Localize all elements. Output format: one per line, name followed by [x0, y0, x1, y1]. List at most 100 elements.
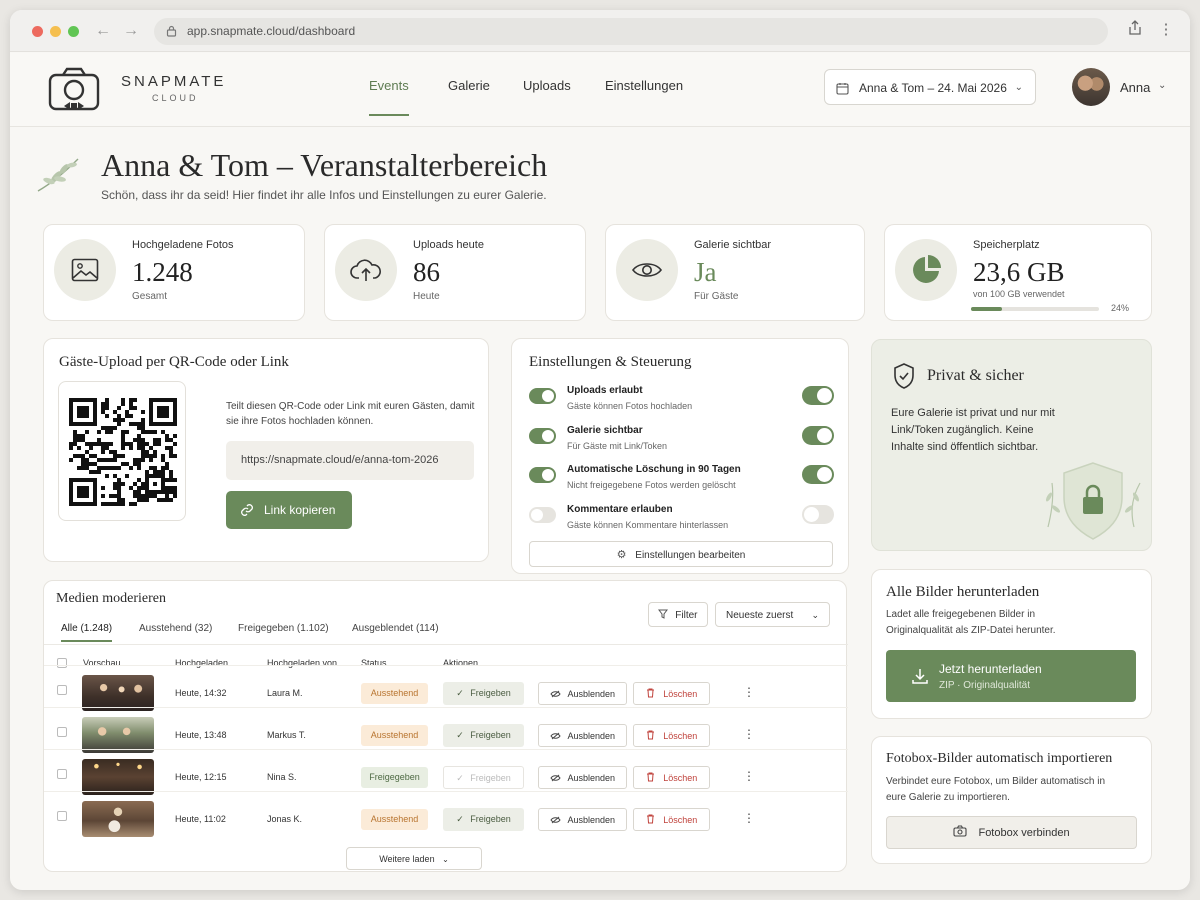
filter-button[interactable]: Filter — [648, 602, 708, 627]
maximize-window-button[interactable] — [68, 26, 79, 37]
stat-card-visible: Galerie sichtbar Ja Für Gäste — [605, 224, 865, 321]
tab-approved[interactable]: Freigegeben (1.102) — [238, 623, 329, 634]
sort-select[interactable]: Neueste zuerst ⌄ — [715, 602, 830, 627]
nav-events[interactable]: Events — [369, 78, 409, 116]
connect-fotobox-button[interactable]: Fotobox verbinden — [886, 816, 1137, 849]
avatar[interactable] — [1072, 68, 1110, 106]
uploader-name: Laura M. — [267, 688, 303, 698]
approve-label: Freigeben — [470, 773, 511, 783]
row-more-icon[interactable]: ⋮ — [743, 769, 755, 783]
select-all-checkbox[interactable] — [57, 658, 67, 668]
row-checkbox[interactable] — [57, 727, 67, 737]
hide-label: Ausblenden — [567, 689, 616, 699]
edit-settings-label: Einstellungen bearbeiten — [635, 550, 746, 561]
load-more-label: Weitere laden — [379, 854, 435, 864]
camera-logo-icon — [48, 67, 100, 111]
setting-toggle[interactable] — [802, 426, 834, 445]
more-menu-icon[interactable]: ⋮ — [1156, 20, 1176, 40]
hide-button[interactable]: Ausblenden — [538, 724, 627, 747]
qr-code[interactable] — [58, 381, 186, 521]
row-more-icon[interactable]: ⋮ — [743, 811, 755, 825]
setting-toggle[interactable] — [802, 386, 834, 405]
photo-thumbnail[interactable] — [82, 717, 154, 753]
url-text: app.snapmate.cloud/dashboard — [187, 24, 356, 38]
nav-uploads[interactable]: Uploads — [523, 78, 571, 116]
row-divider — [44, 791, 848, 792]
nav-einstellungen[interactable]: Einstellungen — [605, 78, 683, 116]
row-more-icon[interactable]: ⋮ — [743, 727, 755, 741]
delete-button[interactable]: Löschen — [633, 682, 710, 705]
setting-toggle-small[interactable] — [529, 467, 556, 483]
copy-link-button[interactable]: Link kopieren — [226, 491, 352, 529]
row-checkbox[interactable] — [57, 769, 67, 779]
approve-button[interactable]: ✓ Freigeben — [443, 724, 524, 747]
photo-thumbnail[interactable] — [82, 675, 154, 711]
stat-card-storage: Speicherplatz 23,6 GB von 100 GB verwend… — [884, 224, 1152, 321]
settings-card: Einstellungen & Steuerung Uploads erlaub… — [511, 338, 849, 574]
stat-sub: Für Gäste — [694, 291, 739, 302]
brand-subtitle: CLOUD — [152, 93, 199, 103]
back-arrow-icon[interactable]: ← — [94, 22, 112, 40]
storage-percent: 24% — [1111, 303, 1130, 313]
photo-thumbnail[interactable] — [82, 801, 154, 837]
event-selector[interactable]: Anna & Tom – 24. Mai 2026 ⌄ — [824, 69, 1036, 105]
setting-toggle[interactable] — [802, 505, 834, 524]
delete-label: Löschen — [663, 773, 698, 783]
setting-toggle-small[interactable] — [529, 507, 556, 523]
approve-button[interactable]: ✓ Freigeben — [443, 682, 524, 705]
approve-button[interactable]: ✓ Freigeben — [443, 808, 524, 831]
row-divider — [44, 665, 848, 666]
cloud-upload-icon — [335, 239, 397, 301]
fotobox-title: Fotobox-Bilder automatisch importieren — [886, 751, 1113, 766]
qr-description: Teilt diesen QR-Code oder Link mit euren… — [226, 401, 475, 427]
user-name[interactable]: Anna — [1120, 80, 1150, 95]
row-more-icon[interactable]: ⋮ — [743, 685, 755, 699]
address-bar[interactable]: app.snapmate.cloud/dashboard — [154, 18, 1108, 45]
tab-pending[interactable]: Ausstehend (32) — [139, 623, 212, 634]
close-window-button[interactable] — [32, 26, 43, 37]
edit-settings-button[interactable]: ⚙ Einstellungen bearbeiten — [529, 541, 833, 567]
moderation-title: Medien moderieren — [56, 591, 167, 606]
connect-fotobox-label: Fotobox verbinden — [978, 827, 1070, 839]
share-icon[interactable] — [1125, 20, 1145, 40]
privacy-title: Privat & sicher — [927, 367, 1024, 384]
qr-card-title: Gäste-Upload per QR-Code oder Link — [59, 354, 289, 370]
hide-button[interactable]: Ausblenden — [538, 766, 627, 789]
shield-check-icon — [894, 363, 914, 389]
download-card: Alle Bilder herunterladen Ladet alle fre… — [871, 569, 1152, 719]
row-checkbox[interactable] — [57, 685, 67, 695]
share-link-field[interactable]: https://snapmate.cloud/e/anna-tom-2026 — [226, 441, 474, 480]
delete-button[interactable]: Löschen — [633, 766, 710, 789]
setting-toggle-small[interactable] — [529, 388, 556, 404]
photo-thumbnail[interactable] — [82, 759, 154, 795]
app-header: SNAPMATE CLOUD Events Galerie Uploads Ei… — [10, 53, 1190, 127]
approve-button[interactable]: ✓ Freigeben — [443, 766, 524, 789]
stat-sub: von 100 GB verwendet — [973, 289, 1065, 299]
minimize-window-button[interactable] — [50, 26, 61, 37]
stat-label: Speicherplatz — [973, 239, 1040, 251]
forward-arrow-icon[interactable]: → — [122, 22, 140, 40]
load-more-button[interactable]: Weitere laden ⌄ — [346, 847, 482, 870]
row-divider — [44, 749, 848, 750]
download-title: Alle Bilder herunterladen — [886, 584, 1040, 600]
delete-label: Löschen — [663, 731, 698, 741]
delete-button[interactable]: Löschen — [633, 808, 710, 831]
download-all-button[interactable]: Jetzt herunterladen ZIP · Originalqualit… — [886, 650, 1136, 702]
hide-button[interactable]: Ausblenden — [538, 808, 627, 831]
setting-toggle-small[interactable] — [529, 428, 556, 444]
eye-off-icon — [550, 731, 561, 741]
eye-off-icon — [550, 773, 561, 783]
chevron-down-icon: ⌄ — [811, 610, 819, 620]
tab-all[interactable]: Alle (1.248) — [61, 623, 113, 642]
brand-name: SNAPMATE — [121, 73, 227, 90]
uploader-name: Jonas K. — [267, 814, 303, 824]
hide-button[interactable]: Ausblenden — [538, 682, 627, 705]
tab-hidden[interactable]: Ausgeblendet (114) — [352, 623, 439, 634]
nav-galerie[interactable]: Galerie — [448, 78, 490, 116]
trash-icon — [646, 730, 655, 741]
row-checkbox[interactable] — [57, 811, 67, 821]
delete-button[interactable]: Löschen — [633, 724, 710, 747]
link-icon — [241, 504, 253, 516]
user-menu-chevron-icon[interactable]: ⌄ — [1158, 80, 1166, 91]
setting-toggle[interactable] — [802, 465, 834, 484]
